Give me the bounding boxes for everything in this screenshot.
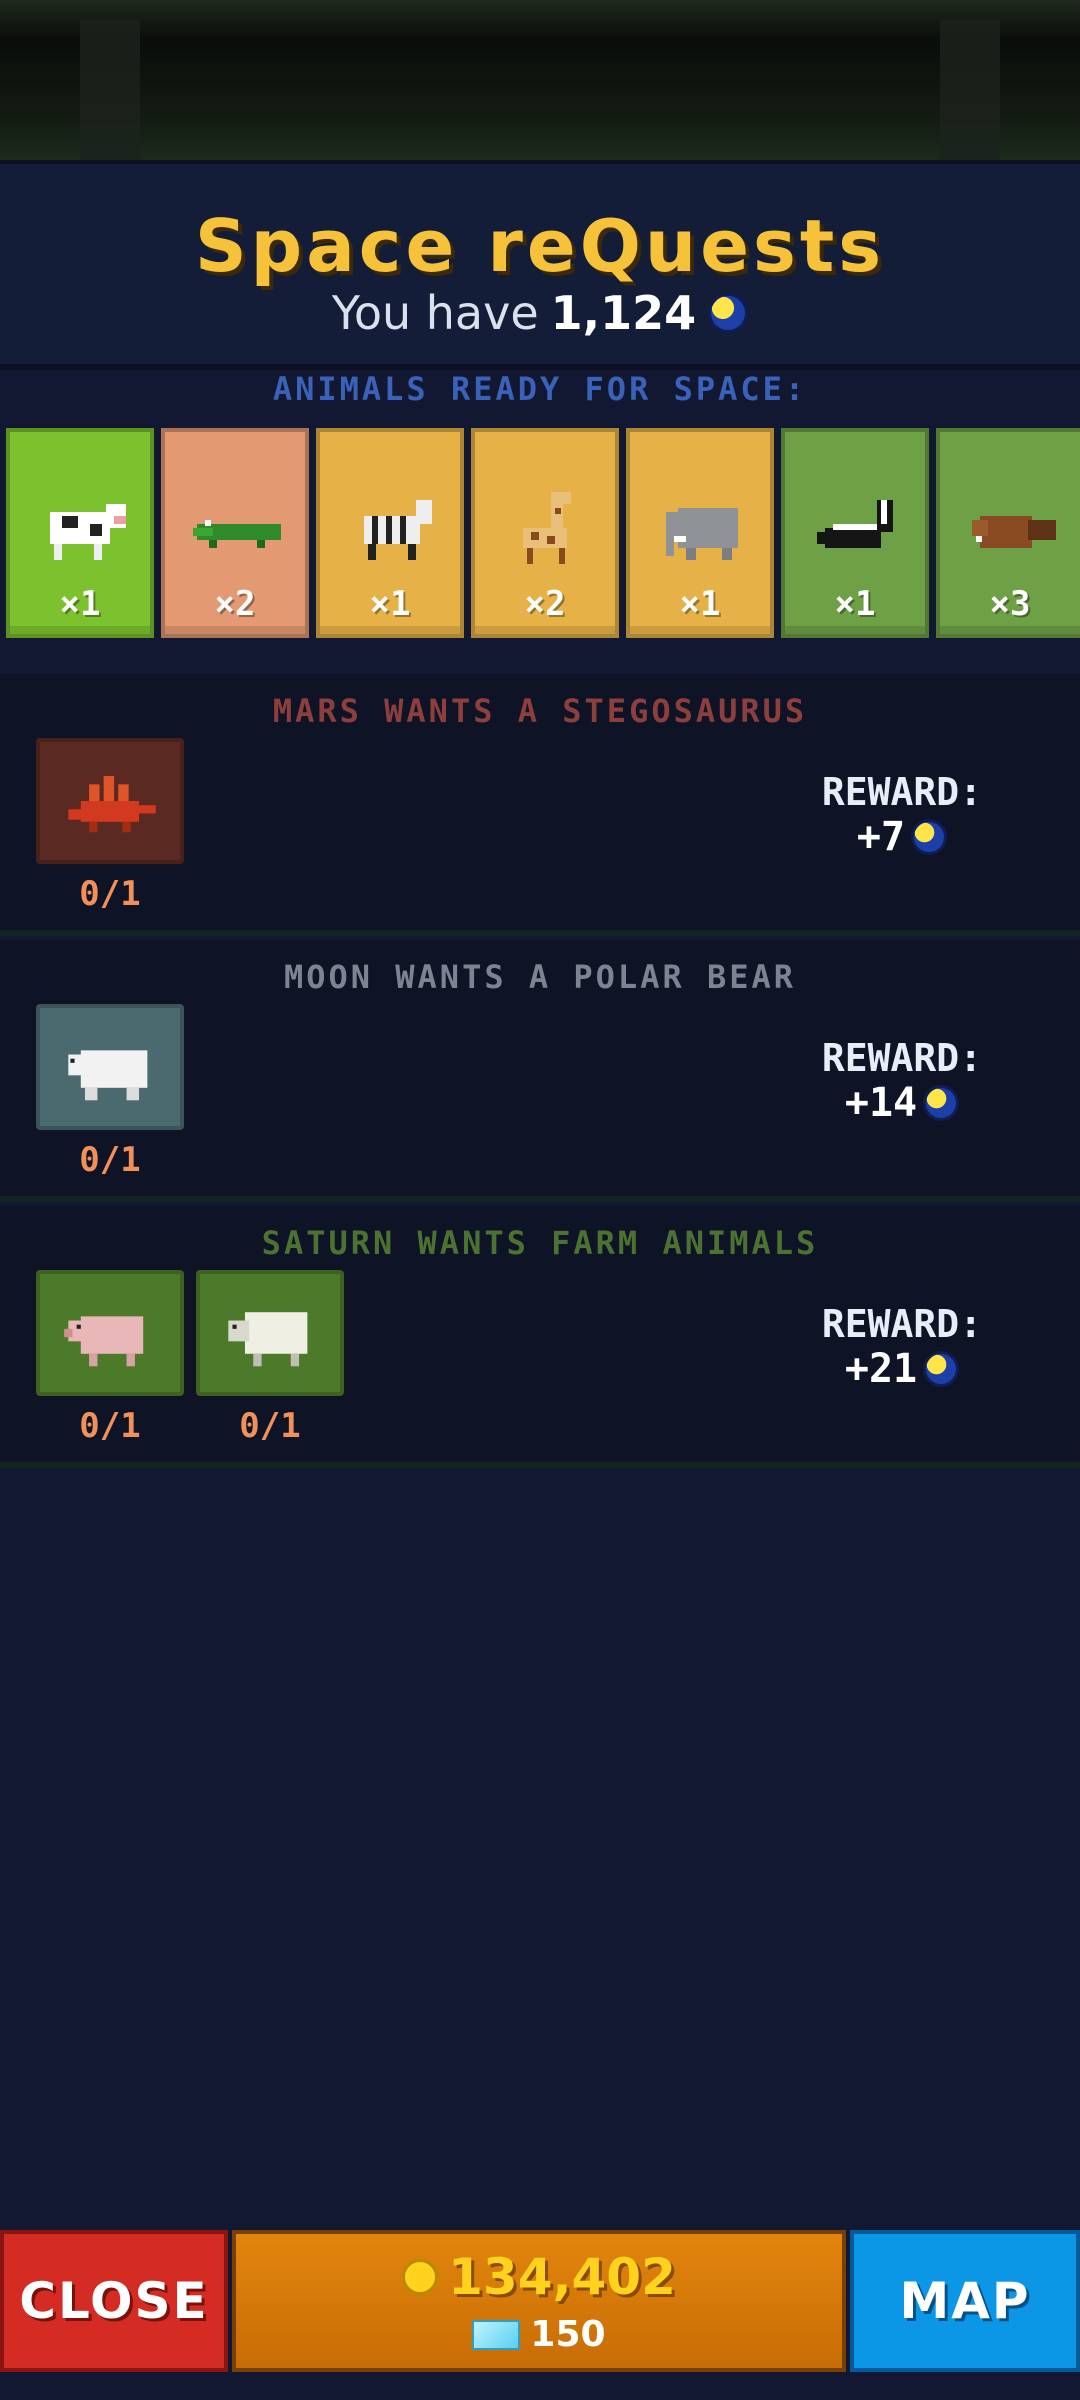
animal-count: ×3 [989, 584, 1031, 624]
quest-title: MOON WANTS A POLAR BEAR [283, 958, 797, 996]
animal-card-elephant[interactable]: ×1 [626, 428, 774, 638]
reward-value-row: +21 [802, 1346, 1002, 1392]
quest-reward: REWARD: +14 [802, 1036, 1002, 1126]
close-button[interactable]: CLOSE [0, 2230, 228, 2372]
zebra-icon [344, 478, 444, 578]
space-coin-balance: You have 1,124 [0, 286, 1080, 340]
cow-icon [34, 478, 134, 578]
animals-ready-label: ANIMALS READY FOR SPACE: [272, 370, 808, 408]
map-button[interactable]: MAP [850, 2230, 1080, 2372]
reward-label: REWARD: [821, 1302, 983, 1346]
sheep-icon [220, 1288, 324, 1378]
animal-count: ×1 [834, 584, 876, 624]
tree-silhouette [80, 20, 140, 160]
animal-count: ×1 [59, 584, 101, 624]
animal-card-beaver[interactable]: ×3 [936, 428, 1080, 638]
quest-reward: REWARD: +7 [802, 770, 1002, 860]
gold-coin-icon [402, 2259, 439, 2295]
gold-amount: 134,402 [448, 2248, 676, 2306]
space-coin-icon [708, 293, 749, 333]
animal-card-crocodile[interactable]: ×2 [161, 428, 309, 638]
animal-card-cow[interactable]: ×1 [6, 428, 154, 638]
space-coin-icon [911, 819, 948, 855]
reward-value-row: +7 [802, 814, 1002, 860]
animal-card-skunk[interactable]: ×1 [781, 428, 929, 638]
gold-balance: 134,402 [236, 2248, 842, 2306]
quest-progress: 0/1 [79, 1140, 141, 1180]
animal-count: ×1 [369, 584, 411, 624]
page-title: Space reQuests [194, 204, 886, 288]
bottom-bar: CLOSE 134,402 150 MAP [0, 2230, 1080, 2380]
space-coin-icon [923, 1351, 960, 1387]
animal-count: ×2 [524, 584, 566, 624]
reward-value: +7 [856, 814, 906, 860]
quest-animal-stegosaurus[interactable] [36, 738, 184, 864]
currency-display[interactable]: 134,402 150 [232, 2230, 846, 2372]
pig-icon [60, 1288, 164, 1378]
animals-ready-list: ×1 ×2 ×1 ×2 ×1 ×1 ×3 [6, 428, 1080, 642]
reward-value: +14 [844, 1080, 918, 1126]
reward-value-row: +14 [802, 1080, 1002, 1126]
crocodile-icon [189, 478, 289, 578]
reward-value: +21 [844, 1346, 918, 1392]
animal-card-zebra[interactable]: ×1 [316, 428, 464, 638]
header-panel: Space reQuests You have 1,124 [0, 160, 1080, 370]
quest-progress: 0/1 [79, 874, 141, 914]
gem-icon [472, 2319, 521, 2350]
animal-count: ×1 [679, 584, 721, 624]
polar-bear-icon [60, 1022, 164, 1112]
quest-panel: SATURN WANTS FARM ANIMALS 0/1 0/1 REWARD: +2… [0, 1206, 1080, 1468]
quest-progress: 0/1 [239, 1406, 301, 1446]
space-coin-icon [923, 1085, 960, 1121]
quest-panel: MARS WANTS A STEGOSAURUS 0/1 REWARD: +7 [0, 674, 1080, 936]
gem-amount: 150 [530, 2314, 606, 2355]
tree-silhouette [940, 20, 1000, 160]
reward-label: REWARD: [821, 770, 983, 814]
quest-animal-pig[interactable] [36, 1270, 184, 1396]
animal-count: ×2 [214, 584, 256, 624]
background-scene [0, 0, 1080, 160]
balance-amount: 1,124 [550, 286, 697, 340]
reward-label: REWARD: [821, 1036, 983, 1080]
quest-panel: MOON WANTS A POLAR BEAR 0/1 REWARD: +14 [0, 940, 1080, 1202]
quest-reward: REWARD: +21 [802, 1302, 1002, 1392]
quest-animal-sheep[interactable] [196, 1270, 344, 1396]
quest-animal-polar-bear[interactable] [36, 1004, 184, 1130]
beaver-icon [964, 478, 1064, 578]
gem-balance: 150 [236, 2314, 842, 2355]
elephant-icon [654, 478, 754, 578]
quest-title: MARS WANTS A STEGOSAURUS [272, 692, 808, 730]
quest-title: SATURN WANTS FARM ANIMALS [261, 1224, 819, 1262]
skunk-icon [809, 478, 909, 578]
stegosaurus-icon [60, 756, 164, 846]
quest-progress: 0/1 [79, 1406, 141, 1446]
giraffe-icon [499, 478, 599, 578]
balance-prefix: You have [331, 286, 539, 340]
animal-card-giraffe[interactable]: ×2 [471, 428, 619, 638]
